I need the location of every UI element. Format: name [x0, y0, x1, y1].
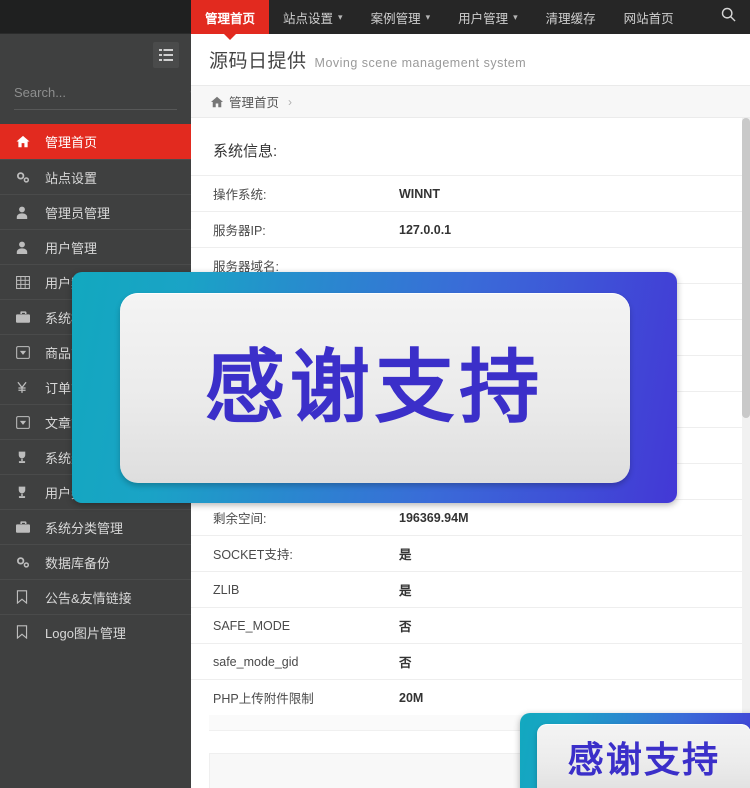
watermark-overlay-bottom-right: 感谢支持: [520, 713, 750, 788]
sidebar-item-2[interactable]: 站点设置: [0, 159, 191, 194]
home-icon: [16, 134, 36, 150]
table-cell-key: SAFE_MODE: [191, 608, 377, 644]
caret-box-icon: [16, 344, 36, 360]
trophy-icon: [16, 449, 36, 465]
sidebar-item-label: 管理员管理: [45, 203, 110, 222]
section-title: 系统信息:: [191, 136, 750, 175]
sidebar-item-3[interactable]: 管理员管理: [0, 194, 191, 229]
grid-icon: [16, 274, 36, 290]
table-cell-value: WINNT: [377, 176, 750, 212]
table-cell-key: 服务器IP:: [191, 212, 377, 248]
home-icon: [211, 96, 223, 108]
sidebar-item-label: 公告&友情链接: [45, 588, 132, 607]
table-cell-key: 操作系统:: [191, 176, 377, 212]
search-input[interactable]: [14, 85, 190, 100]
page-title-suffix: 提供: [268, 51, 307, 72]
table-row: SAFE_MODE否: [191, 608, 750, 644]
topnav-item-1[interactable]: 管理首页: [191, 0, 269, 34]
topnav-item-4[interactable]: 用户管理 ▾: [444, 0, 532, 34]
table-cell-value: 127.0.0.1: [377, 212, 750, 248]
gears-icon: [16, 169, 36, 185]
sidebar-item-label: 管理首页: [45, 132, 97, 151]
briefcase-icon: [16, 519, 36, 535]
page-title: 源码日 提供 Moving scene management system: [209, 46, 526, 73]
sidebar-topbar: [0, 0, 191, 34]
watermark-plate: 感谢支持: [120, 293, 630, 483]
table-cell-key: safe_mode_gid: [191, 644, 377, 680]
breadcrumb: 管理首页 ›: [191, 86, 750, 118]
sidebar-item-label: Logo图片管理: [45, 623, 126, 642]
search-icon: [721, 7, 736, 27]
sidebar-item-12[interactable]: 系统分类管理: [0, 509, 191, 544]
table-cell-key: PHP上传附件限制: [191, 680, 377, 716]
table-cell-key: SOCKET支持:: [191, 536, 377, 572]
sidebar-item-4[interactable]: 用户管理: [0, 229, 191, 264]
topnav-item-2[interactable]: 站点设置 ▾: [269, 0, 357, 34]
sidebar-item-label: 站点设置: [45, 168, 97, 187]
bookmark-icon: [16, 624, 36, 640]
chevron-down-icon: ▾: [338, 12, 343, 23]
topnav-search-button[interactable]: [707, 0, 750, 34]
gears-icon: [16, 554, 36, 570]
bookmark-icon: [16, 589, 36, 605]
sidebar-item-13[interactable]: 数据库备份: [0, 544, 191, 579]
table-row: SOCKET支持:是: [191, 536, 750, 572]
table-cell-value: 是: [377, 572, 750, 608]
admin-dashboard-page: 管理首页站点设置管理员管理用户管理用户案例管理系统模板管理商品管理订单管理文章管…: [0, 0, 750, 788]
topnav-item-label: 用户管理: [458, 8, 508, 27]
user-icon: [16, 204, 36, 220]
page-title-bar: 源码日 提供 Moving scene management system: [191, 34, 750, 86]
topnav-item-label: 网站首页: [624, 8, 674, 27]
vertical-scrollbar-thumb[interactable]: [742, 118, 750, 418]
sidebar-search[interactable]: [14, 76, 177, 110]
briefcase-icon: [16, 309, 36, 325]
topnav-item-label: 站点设置: [283, 8, 333, 27]
watermark-text: 感谢支持: [205, 348, 544, 428]
caret-box-icon: [16, 414, 36, 430]
sidebar-item-label: 用户管理: [45, 238, 97, 257]
watermark-overlay-center: 感谢支持: [72, 272, 677, 503]
table-cell-value: 否: [377, 608, 750, 644]
table-row: 剩余空间:196369.94M: [191, 500, 750, 536]
topnav-item-label: 管理首页: [205, 8, 255, 27]
table-row: 操作系统:WINNT: [191, 176, 750, 212]
sidebar-item-label: 数据库备份: [45, 553, 110, 572]
table-cell-value: 否: [377, 644, 750, 680]
table-row: 服务器IP:127.0.0.1: [191, 212, 750, 248]
chevron-down-icon: ▾: [426, 12, 431, 23]
table-cell-key: ZLIB: [191, 572, 377, 608]
sidebar-item-15[interactable]: Logo图片管理: [0, 614, 191, 649]
table-row: PHP上传附件限制20M: [191, 680, 750, 716]
sidebar-toggle-wrap: [0, 34, 191, 74]
list-icon: [159, 49, 173, 61]
table-row: safe_mode_gid否: [191, 644, 750, 680]
sidebar-item-14[interactable]: 公告&友情链接: [0, 579, 191, 614]
page-title-prefix: 源码日: [209, 51, 268, 72]
topnav-item-3[interactable]: 案例管理 ▾: [357, 0, 445, 34]
watermark-text: 感谢支持: [568, 743, 721, 779]
table-cell-value: 20M: [377, 680, 750, 716]
sidebar-item-1[interactable]: 管理首页: [0, 124, 191, 159]
table-cell-key: 剩余空间:: [191, 500, 377, 536]
breadcrumb-item-home[interactable]: 管理首页: [229, 92, 279, 111]
topnav-item-label: 清理缓存: [546, 8, 596, 27]
topnav-item-5[interactable]: 清理缓存: [532, 0, 610, 34]
chevron-down-icon: ▾: [513, 12, 518, 23]
page-subtitle: Moving scene management system: [315, 56, 527, 70]
yuan-icon: [16, 379, 36, 395]
breadcrumb-separator: ›: [288, 95, 292, 109]
user-icon: [16, 239, 36, 255]
list-toggle-button[interactable]: [153, 42, 179, 68]
topnav-item-6[interactable]: 网站首页: [610, 0, 688, 34]
watermark-plate: 感谢支持: [537, 724, 750, 788]
sidebar-item-label: 系统分类管理: [45, 518, 123, 537]
table-row: ZLIB是: [191, 572, 750, 608]
table-cell-value: 196369.94M: [377, 500, 750, 536]
topnav-item-label: 案例管理: [371, 8, 421, 27]
trophy-icon: [16, 484, 36, 500]
top-navigation: 管理首页 站点设置 ▾ 案例管理 ▾ 用户管理 ▾ 清理缓存 网站首页: [191, 0, 750, 34]
table-cell-value: 是: [377, 536, 750, 572]
